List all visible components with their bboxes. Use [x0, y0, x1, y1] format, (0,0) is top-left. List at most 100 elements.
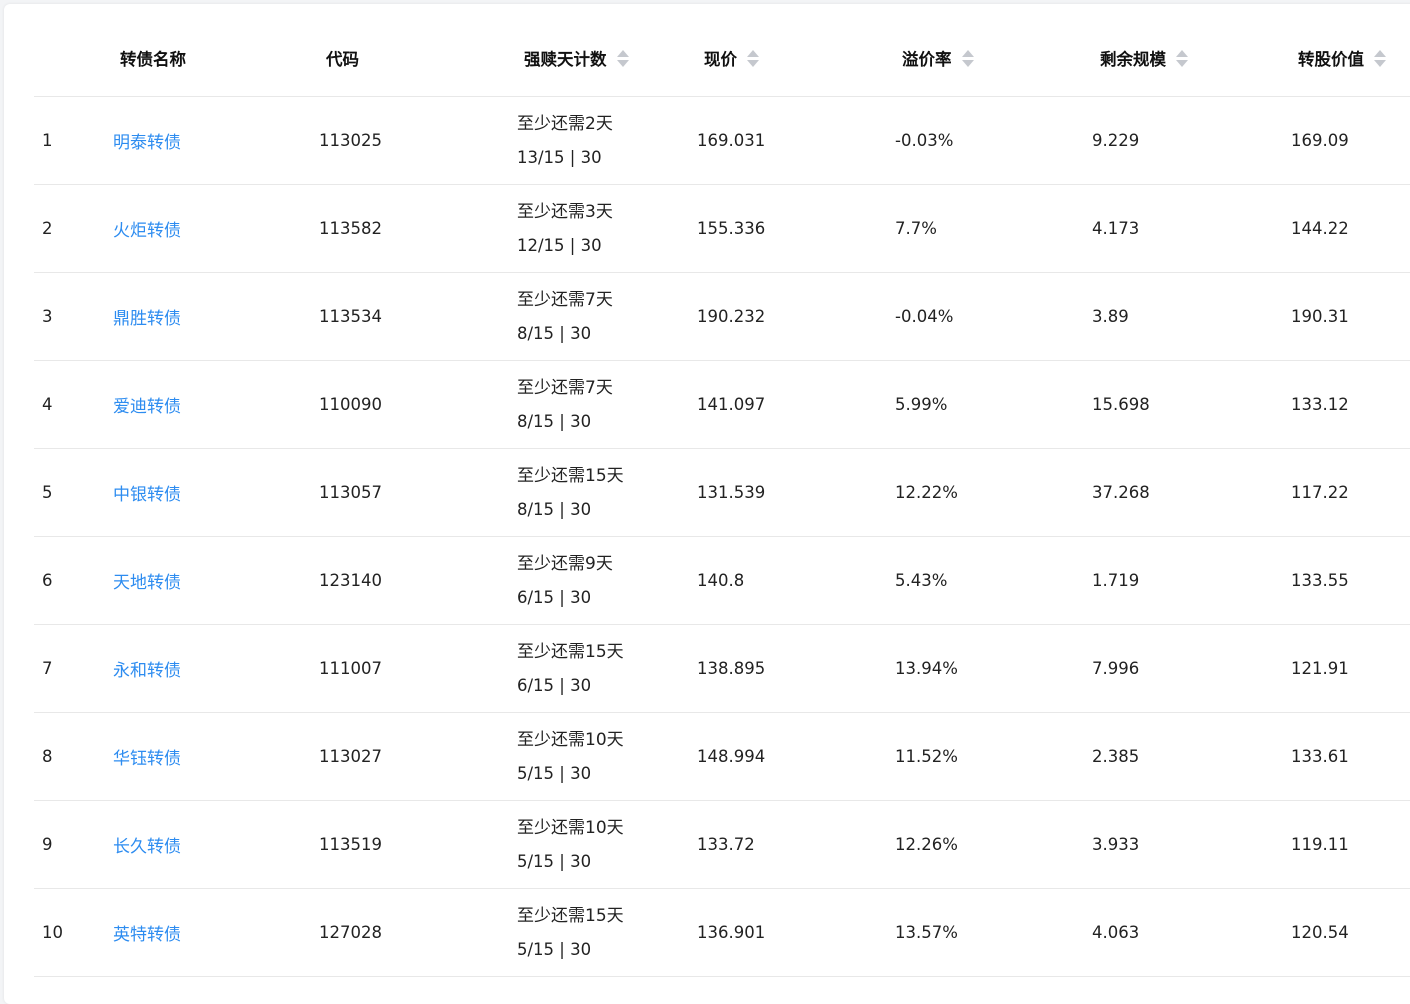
- row-index: 1: [42, 131, 53, 150]
- redeem-days-remaining: 至少还需7天: [517, 377, 613, 398]
- redeem-days: 至少还需7天 8/15 | 30: [517, 273, 613, 360]
- row-index: 7: [42, 659, 53, 678]
- bond-name-link[interactable]: 中银转债: [113, 480, 181, 505]
- bond-code: 113057: [319, 483, 382, 502]
- premium-rate: -0.03%: [895, 131, 954, 150]
- remaining-size: 9.229: [1092, 131, 1140, 150]
- bond-name-cell: 中银转债: [113, 449, 181, 536]
- redeem-days-count: 8/15 | 30: [517, 411, 592, 431]
- bond-name-link[interactable]: 鼎胜转债: [113, 304, 181, 329]
- header-days-label: 强赎天计数: [524, 50, 607, 69]
- header-size[interactable]: 剩余规模: [1100, 20, 1188, 96]
- price: 148.994: [697, 747, 766, 766]
- bond-name-cell: 鼎胜转债: [113, 273, 181, 360]
- table-row: 1 明泰转债 113025 至少还需2天 13/15 | 30 169.031 …: [34, 97, 1410, 185]
- price: 136.901: [697, 923, 766, 942]
- table-row: 4 爱迪转债 110090 至少还需7天 8/15 | 30 141.097 5…: [34, 361, 1410, 449]
- redeem-days: 至少还需15天 5/15 | 30: [517, 889, 624, 976]
- sort-down-icon[interactable]: [1374, 59, 1386, 67]
- bond-name-link[interactable]: 长久转债: [113, 832, 181, 857]
- row-index: 4: [42, 395, 53, 414]
- premium-rate: 5.99%: [895, 395, 948, 414]
- redeem-days: 至少还需2天 13/15 | 30: [517, 97, 613, 184]
- bond-code: 123140: [319, 571, 382, 590]
- bond-name-link[interactable]: 永和转债: [113, 656, 181, 681]
- header-days[interactable]: 强赎天计数: [524, 20, 629, 96]
- conversion-value: 119.11: [1291, 835, 1349, 854]
- header-premium[interactable]: 溢价率: [902, 20, 974, 96]
- row-index: 6: [42, 571, 53, 590]
- sort-up-icon[interactable]: [1374, 49, 1386, 57]
- price: 140.8: [697, 571, 745, 590]
- price: 169.031: [697, 131, 766, 150]
- bond-name-link[interactable]: 明泰转债: [113, 128, 181, 153]
- redeem-days: 至少还需9天 6/15 | 30: [517, 537, 613, 624]
- bond-name-cell: 长久转债: [113, 801, 181, 888]
- conversion-value: 133.55: [1291, 571, 1349, 590]
- sort-down-icon[interactable]: [616, 59, 629, 67]
- price: 155.336: [697, 219, 766, 238]
- premium-rate: 7.7%: [895, 219, 937, 238]
- header-price-label: 现价: [704, 50, 737, 69]
- table-row: 10 英特转债 127028 至少还需15天 5/15 | 30 136.901…: [34, 889, 1410, 977]
- redeem-days-count: 8/15 | 30: [517, 499, 592, 519]
- remaining-size: 4.173: [1092, 219, 1140, 238]
- bond-name-cell: 明泰转债: [113, 97, 181, 184]
- sort-icon[interactable]: [961, 49, 974, 67]
- table-row: 8 华钰转债 113027 至少还需10天 5/15 | 30 148.994 …: [34, 713, 1410, 801]
- row-index: 2: [42, 219, 53, 238]
- conversion-value: 120.54: [1291, 923, 1349, 942]
- row-index: 3: [42, 307, 53, 326]
- table-row: 3 鼎胜转债 113534 至少还需7天 8/15 | 30 190.232 -…: [34, 273, 1410, 361]
- conversion-value: 144.22: [1291, 219, 1349, 238]
- redeem-days: 至少还需10天 5/15 | 30: [517, 801, 624, 888]
- bond-name-link[interactable]: 英特转债: [113, 920, 181, 945]
- price: 190.232: [697, 307, 766, 326]
- redeem-days-count: 8/15 | 30: [517, 323, 592, 343]
- premium-rate: 5.43%: [895, 571, 948, 590]
- sort-icon[interactable]: [616, 49, 629, 67]
- premium-rate: 13.94%: [895, 659, 958, 678]
- header-size-label: 剩余规模: [1100, 50, 1166, 69]
- header-price[interactable]: 现价: [704, 20, 759, 96]
- sort-down-icon[interactable]: [1176, 59, 1188, 67]
- header-conv[interactable]: 转股价值: [1298, 20, 1386, 96]
- bond-name-cell: 英特转债: [113, 889, 181, 976]
- sort-icon[interactable]: [1374, 49, 1386, 67]
- bond-name-link[interactable]: 火炬转债: [113, 216, 181, 241]
- bond-name-link[interactable]: 天地转债: [113, 568, 181, 593]
- bond-code: 113025: [319, 131, 382, 150]
- sort-up-icon[interactable]: [1176, 49, 1188, 57]
- redeem-days: 至少还需15天 6/15 | 30: [517, 625, 624, 712]
- redeem-days-remaining: 至少还需3天: [517, 201, 613, 222]
- conversion-value: 190.31: [1291, 307, 1349, 326]
- redeem-days-remaining: 至少还需15天: [517, 905, 624, 926]
- table-row: 7 永和转债 111007 至少还需15天 6/15 | 30 138.895 …: [34, 625, 1410, 713]
- redeem-days-remaining: 至少还需15天: [517, 465, 624, 486]
- redeem-days-remaining: 至少还需15天: [517, 641, 624, 662]
- bond-name-cell: 永和转债: [113, 625, 181, 712]
- sort-up-icon[interactable]: [616, 49, 629, 57]
- sort-down-icon[interactable]: [747, 59, 759, 67]
- sort-up-icon[interactable]: [961, 49, 974, 57]
- redeem-days: 至少还需3天 12/15 | 30: [517, 185, 613, 272]
- table-card: 转债名称 代码 强赎天计数 现价 溢价率 剩余规模 转股价值 1 明泰转债 11…: [4, 4, 1410, 1004]
- redeem-days-count: 5/15 | 30: [517, 763, 592, 783]
- sort-icon[interactable]: [1176, 49, 1188, 67]
- price: 141.097: [697, 395, 766, 414]
- sort-up-icon[interactable]: [747, 49, 759, 57]
- bond-name-link[interactable]: 爱迪转债: [113, 392, 181, 417]
- table-row: 9 长久转债 113519 至少还需10天 5/15 | 30 133.72 1…: [34, 801, 1410, 889]
- remaining-size: 2.385: [1092, 747, 1140, 766]
- redeem-days-remaining: 至少还需10天: [517, 729, 624, 750]
- sort-down-icon[interactable]: [961, 59, 974, 67]
- row-index: 10: [42, 923, 63, 942]
- redeem-days-count: 5/15 | 30: [517, 939, 592, 959]
- table-header: 转债名称 代码 强赎天计数 现价 溢价率 剩余规模 转股价值: [34, 20, 1410, 97]
- bond-name-link[interactable]: 华钰转债: [113, 744, 181, 769]
- sort-icon[interactable]: [747, 49, 759, 67]
- premium-rate: 11.52%: [895, 747, 958, 766]
- conversion-value: 169.09: [1291, 131, 1349, 150]
- row-index: 5: [42, 483, 53, 502]
- table-row: 6 天地转债 123140 至少还需9天 6/15 | 30 140.8 5.4…: [34, 537, 1410, 625]
